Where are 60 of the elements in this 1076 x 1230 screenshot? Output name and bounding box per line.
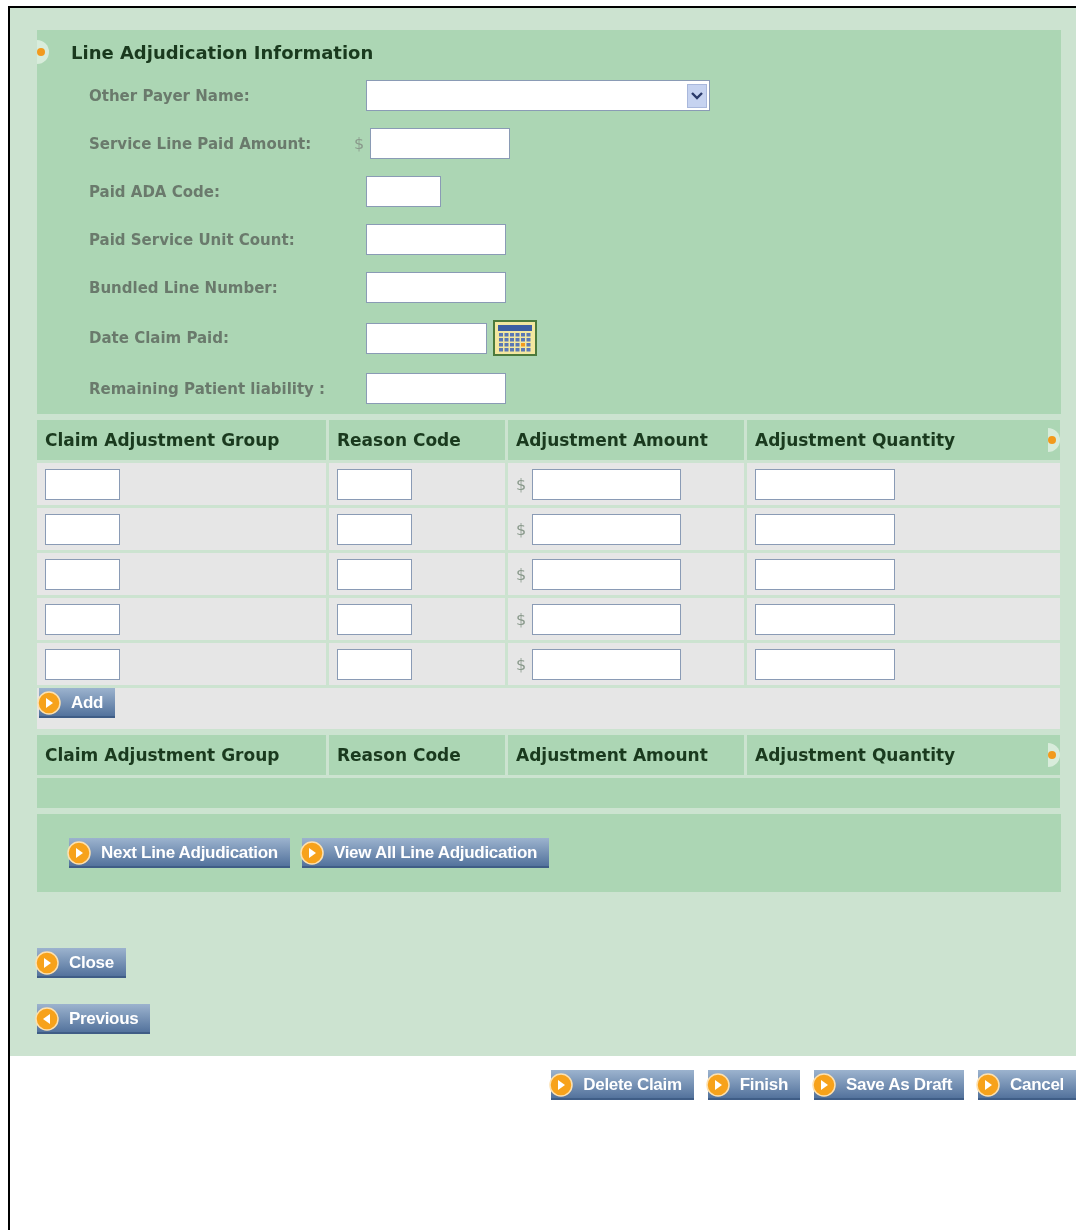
input-field[interactable]: [366, 373, 506, 404]
field-label: Paid Service Unit Count:: [89, 230, 295, 249]
action-button[interactable]: Finish: [707, 1070, 800, 1100]
field-label: Other Payer Name:: [89, 86, 250, 105]
input-field[interactable]: [755, 468, 895, 500]
action-button[interactable]: Add: [39, 688, 116, 718]
currency-symbol: $: [516, 654, 527, 674]
column-header-text: Claim Adjustment Group: [45, 430, 280, 450]
column-header-text: Adjustment Quantity: [755, 430, 956, 450]
input-field[interactable]: [532, 468, 682, 500]
currency-symbol: $: [516, 519, 527, 539]
input-field[interactable]: [366, 322, 487, 354]
input-field[interactable]: [755, 513, 895, 545]
column-header-text: Reason Code: [337, 430, 461, 450]
input-field[interactable]: [370, 128, 511, 159]
input-field[interactable]: [755, 558, 895, 590]
input-field[interactable]: [532, 603, 682, 635]
column-header-text: Adjustment Amount: [516, 430, 708, 450]
field-label: Service Line Paid Amount:: [89, 134, 312, 153]
field-label: Remaining Patient liability :: [89, 379, 326, 398]
field-label: Paid ADA Code:: [89, 182, 220, 201]
action-button[interactable]: Previous: [37, 1004, 151, 1034]
currency-symbol: $: [354, 134, 365, 153]
chevron-down-icon: [687, 83, 707, 108]
action-button[interactable]: Save As Draft: [814, 1070, 965, 1100]
input-field[interactable]: [337, 603, 412, 635]
currency-symbol: $: [516, 609, 527, 629]
column-header-text: Adjustment Quantity: [755, 745, 956, 765]
field-label: Bundled Line Number:: [89, 278, 278, 297]
dropdown-field[interactable]: [366, 80, 710, 111]
calendar-icon: [493, 320, 537, 356]
input-field[interactable]: [532, 513, 682, 545]
action-button[interactable]: Close: [37, 948, 126, 978]
input-field[interactable]: [45, 558, 120, 590]
input-field[interactable]: [366, 272, 506, 303]
field-label: Date Claim Paid:: [89, 329, 229, 347]
input-field[interactable]: [755, 603, 895, 635]
action-button[interactable]: Cancel: [978, 1070, 1076, 1100]
currency-symbol: $: [516, 564, 527, 584]
input-field[interactable]: [45, 513, 120, 545]
column-header-text: Reason Code: [337, 745, 461, 765]
section-title: Line Adjudication Information: [71, 41, 374, 63]
action-button[interactable]: View All Line Adjudication: [301, 838, 550, 868]
input-field[interactable]: [755, 648, 895, 680]
input-field[interactable]: [337, 648, 412, 680]
input-field[interactable]: [532, 558, 682, 590]
input-field[interactable]: [366, 176, 441, 207]
input-field[interactable]: [337, 468, 412, 500]
action-button[interactable]: Next Line Adjudication: [69, 838, 290, 868]
column-header-text: Claim Adjustment Group: [45, 745, 280, 765]
input-field[interactable]: [366, 224, 506, 255]
action-button[interactable]: Delete Claim: [551, 1070, 694, 1100]
input-field[interactable]: [45, 648, 120, 680]
input-field[interactable]: [337, 558, 412, 590]
input-field[interactable]: [532, 648, 682, 680]
input-field[interactable]: [337, 513, 412, 545]
input-field[interactable]: [45, 603, 120, 635]
currency-symbol: $: [516, 474, 527, 494]
column-header-text: Adjustment Amount: [516, 745, 708, 765]
input-field[interactable]: [45, 468, 120, 500]
